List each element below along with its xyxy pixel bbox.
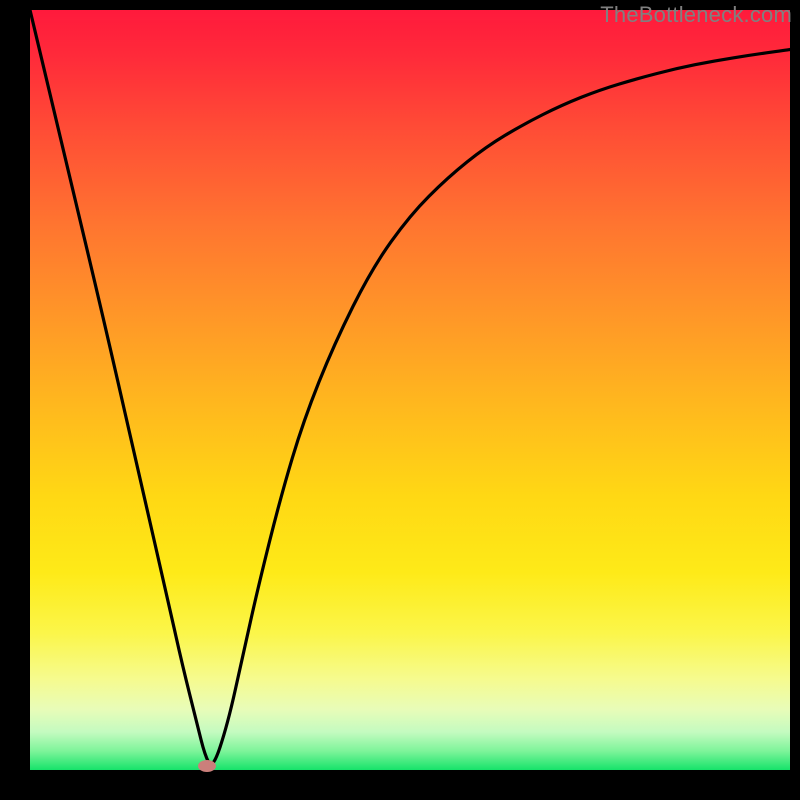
- optimum-marker: [198, 760, 216, 772]
- plot-area: [30, 10, 790, 770]
- watermark-text: TheBottleneck.com: [600, 2, 792, 28]
- bottleneck-curve: [30, 10, 790, 770]
- chart-frame: TheBottleneck.com: [0, 0, 800, 800]
